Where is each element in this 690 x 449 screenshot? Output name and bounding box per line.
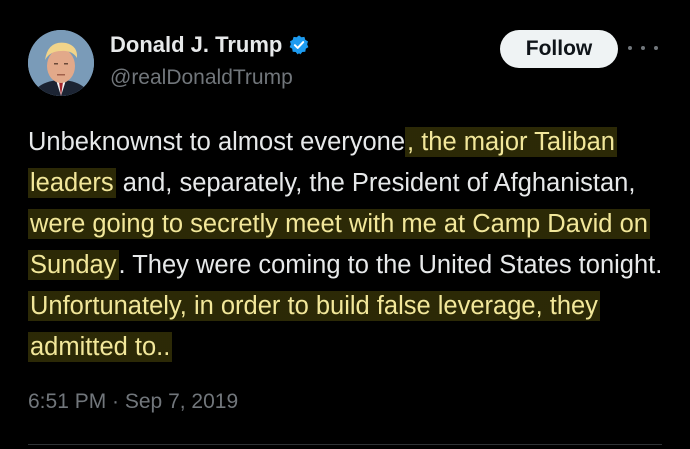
author-name[interactable]: Donald J. Trump bbox=[110, 32, 282, 58]
avatar[interactable] bbox=[28, 30, 94, 96]
verified-badge-icon bbox=[290, 35, 309, 55]
tweet-text-segment: Unbeknownst to almost everyone bbox=[28, 128, 406, 156]
more-dot bbox=[654, 46, 658, 50]
tweet-text-segment: . They were coming to the United States … bbox=[118, 251, 663, 279]
tweet-timestamp[interactable]: 6:51 PM · Sep 7, 2019 bbox=[28, 390, 238, 414]
more-options-icon[interactable] bbox=[628, 36, 658, 60]
follow-button[interactable]: Follow bbox=[500, 30, 618, 68]
tweet-text-segment: and, separately, the President of Afghan… bbox=[115, 169, 636, 197]
tweet-text-highlight: Unfortunately, in order to build false l… bbox=[28, 291, 600, 362]
more-dot bbox=[641, 46, 645, 50]
tweet-text: Unbeknownst to almost everyone, the majo… bbox=[28, 122, 678, 368]
more-dot bbox=[628, 46, 632, 50]
divider bbox=[28, 444, 662, 445]
author-handle[interactable]: @realDonaldTrump bbox=[110, 66, 293, 90]
